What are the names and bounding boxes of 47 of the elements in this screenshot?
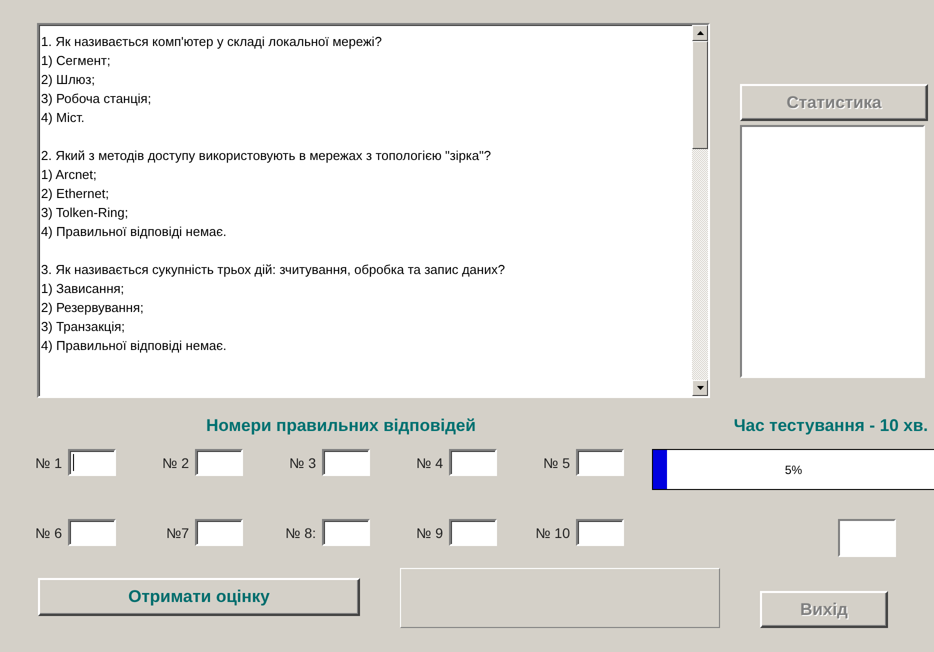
answer-field[interactable] <box>449 449 497 476</box>
answer-label: № 4 <box>415 454 444 470</box>
answer-option: 3) Транзакція; <box>41 317 692 336</box>
scroll-up-button[interactable] <box>692 25 708 41</box>
questions-text-area[interactable] <box>37 23 710 398</box>
scroll-down-button[interactable] <box>692 380 708 396</box>
answer-option: 1) Зависання; <box>41 279 692 298</box>
answer-option: 1) Сегмент; <box>41 51 692 70</box>
answers-heading: Номери правильних відповідей <box>205 415 477 437</box>
timer-heading: Час тестування - 10 хв. <box>732 415 929 437</box>
answer-field[interactable] <box>195 449 243 476</box>
answer-label: № 3 <box>288 454 317 470</box>
question-text: 1. Як називається комп'ютер у складі локальної мережі? <box>41 33 383 51</box>
answer-option: 4) Міст. <box>41 108 692 127</box>
answer-label: № 8: <box>284 524 317 540</box>
answer-field[interactable] <box>68 519 116 546</box>
answer-label: № 6 <box>34 524 63 540</box>
answer-field[interactable] <box>449 519 497 546</box>
get-grade-button[interactable]: Отримати оцінку <box>38 578 360 616</box>
question-text: 3. Як називається сукупність трьох дій: зчитування, обробка та запис даних? <box>41 261 506 279</box>
scroll-thumb[interactable] <box>692 41 708 149</box>
answer-option: 2) Ethernet; <box>41 184 692 203</box>
answer-field[interactable] <box>322 519 370 546</box>
result-field[interactable] <box>838 519 896 557</box>
answer-option: 3) Tolken-Ring; <box>41 203 692 222</box>
answer-label: № 5 <box>542 454 571 470</box>
down-arrow-icon <box>696 386 704 390</box>
answer-field[interactable] <box>195 519 243 546</box>
answer-option: 2) Шлюз; <box>41 70 692 89</box>
answer-option: 3) Робоча станція; <box>41 89 692 108</box>
answer-option: 1) Arcnet; <box>41 165 692 184</box>
answer-option: 2) Резервування; <box>41 298 692 317</box>
scrollbar[interactable] <box>692 25 708 396</box>
answer-label: № 1 <box>34 454 63 470</box>
question-text: 2. Який з методів доступу використовують в мережах з топологією "зірка"? <box>41 147 492 165</box>
answer-field[interactable] <box>68 449 116 476</box>
answer-label: № 10 <box>534 524 571 540</box>
progress-reading: 5% <box>784 462 802 476</box>
answer-option: 4) Правильної відповіді немає. <box>41 336 692 355</box>
answer-label: №7 <box>165 524 190 540</box>
answer-field[interactable] <box>576 519 624 546</box>
answer-label: № 2 <box>161 454 190 470</box>
up-arrow-icon <box>696 31 704 35</box>
answer-label: № 9 <box>415 524 444 540</box>
answer-option: 4) Правильної відповіді немає. <box>41 222 692 241</box>
answer-field[interactable] <box>322 449 370 476</box>
answer-field[interactable] <box>576 449 624 476</box>
